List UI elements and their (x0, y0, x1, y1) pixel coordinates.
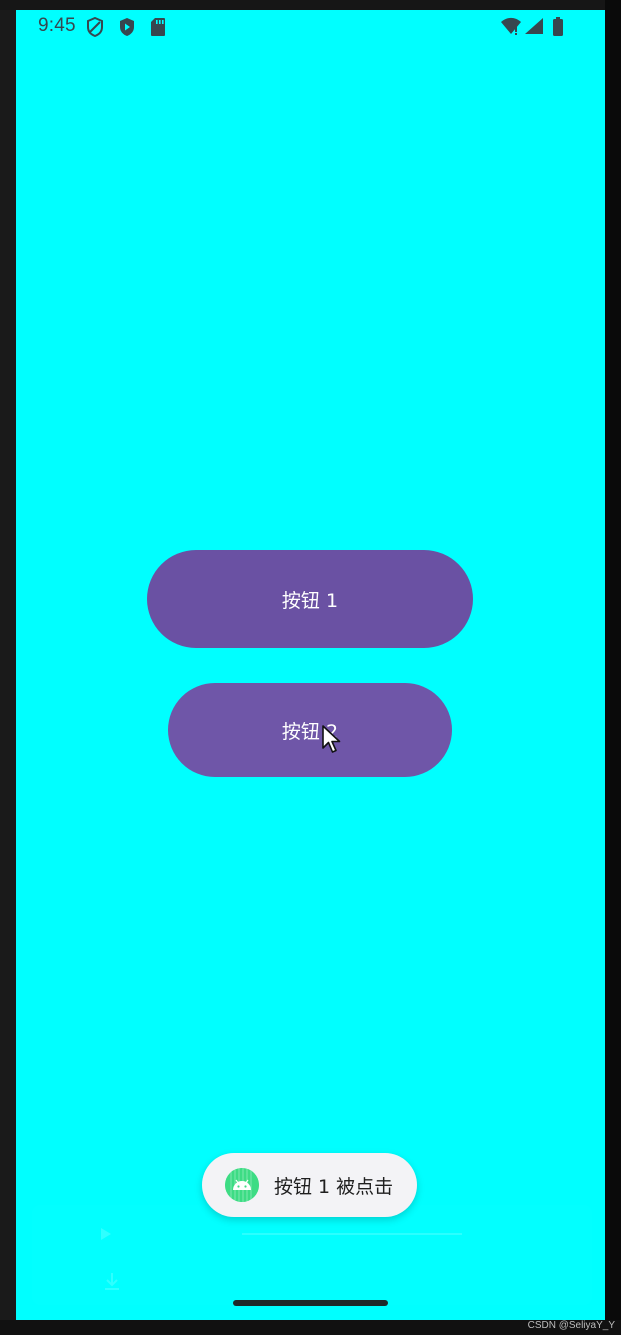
sd-card-icon (151, 18, 165, 36)
button-2[interactable]: 按钮 2 (168, 683, 452, 777)
status-time: 9:45 (38, 15, 76, 36)
download-icon (105, 1273, 119, 1290)
toast-notification: 按钮 1 被点击 (202, 1153, 417, 1217)
android-icon (225, 1168, 259, 1202)
wifi-icon (501, 17, 521, 35)
status-bar: 9:45 (16, 10, 605, 44)
right-bezel (605, 0, 621, 1335)
mouse-cursor-icon (322, 725, 341, 753)
battery-icon (553, 17, 563, 36)
top-bezel (0, 0, 621, 10)
gesture-navigation-handle[interactable] (233, 1300, 388, 1306)
media-progress-bar (242, 1233, 462, 1235)
background-media-controls (32, 1205, 592, 1305)
button-1[interactable]: 按钮 1 (147, 550, 473, 648)
phone-screen: 9:45 按钮 1 按钮 2 按钮 1 被点击 (16, 10, 605, 1320)
shield-icon (87, 17, 103, 37)
play-protect-icon (120, 18, 134, 36)
watermark: CSDN @SeliyaY_Y (527, 1320, 615, 1331)
toast-message: 按钮 1 被点击 (274, 1176, 394, 1198)
play-icon (101, 1228, 111, 1240)
signal-icon (525, 18, 543, 34)
